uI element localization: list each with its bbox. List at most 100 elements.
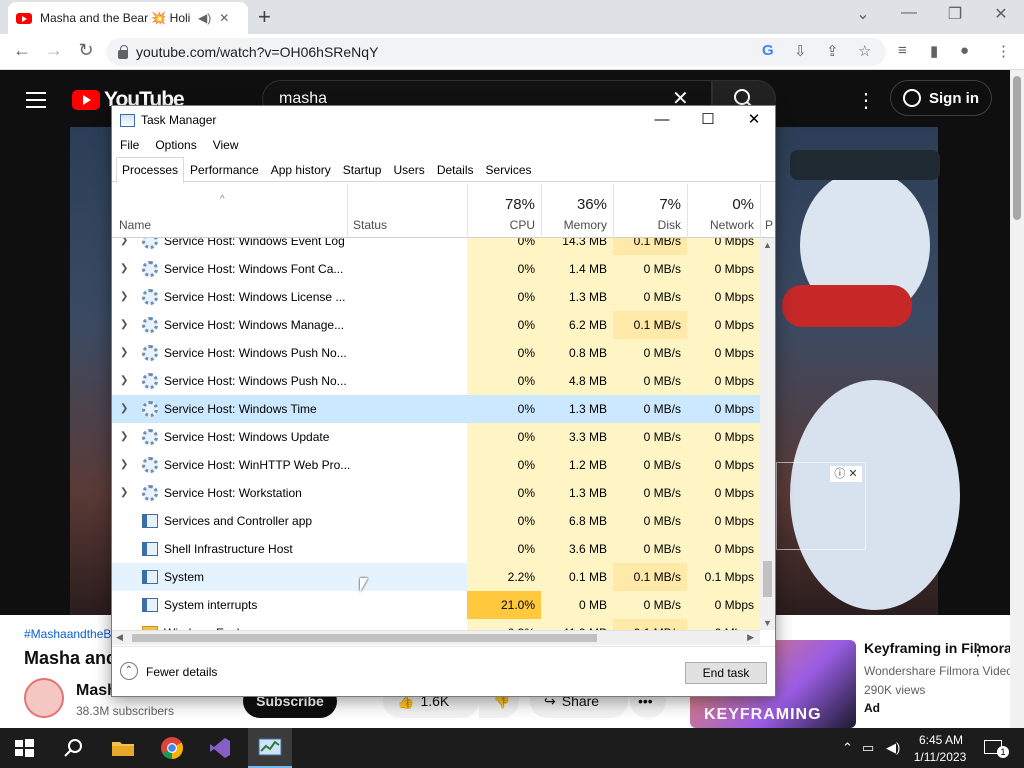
- reload-icon[interactable]: ↻: [72, 40, 100, 61]
- sign-in-button[interactable]: Sign in: [890, 80, 992, 116]
- tab-close-icon[interactable]: ✕: [219, 11, 229, 25]
- process-row[interactable]: ❯ Service Host: Windows Push No... 0% 4.8 M…: [112, 367, 760, 395]
- expand-chevron-icon[interactable]: ❯: [120, 291, 128, 302]
- network-icon[interactable]: ▭: [862, 740, 874, 756]
- expand-chevron-icon[interactable]: ❯: [120, 347, 128, 358]
- column-status[interactable]: Status: [347, 184, 467, 238]
- browser-tab[interactable]: Masha and the Bear 💥 Holi ◀) ✕: [8, 2, 248, 34]
- expand-chevron-icon[interactable]: ❯: [120, 263, 128, 274]
- menu-file[interactable]: File: [120, 134, 139, 156]
- clock-date[interactable]: 1/11/2023: [906, 750, 974, 764]
- windows-start-icon[interactable]: [12, 736, 38, 760]
- fewer-details-link[interactable]: Fewer details: [146, 665, 217, 679]
- horizontal-scroll-thumb[interactable]: [132, 634, 597, 642]
- process-row[interactable]: System 2.2% 0.1 MB 0.1 MB/s 0.1 Mbps: [112, 563, 760, 591]
- expand-chevron-icon[interactable]: ❯: [120, 459, 128, 470]
- column-cpu[interactable]: 78% CPU: [467, 184, 541, 238]
- scroll-up-icon[interactable]: ▲: [763, 240, 772, 250]
- taskbar-task-manager[interactable]: [248, 728, 292, 768]
- back-icon[interactable]: ←: [8, 40, 36, 61]
- process-disk-cell: 0 MB/s: [613, 283, 687, 311]
- end-task-button[interactable]: End task: [685, 662, 767, 684]
- process-row[interactable]: ❯ Service Host: Workstation 0% 1.3 MB 0 MB/s…: [112, 479, 760, 507]
- process-cpu-cell: 0.3%: [467, 619, 541, 630]
- tab-startup[interactable]: Startup: [337, 157, 388, 181]
- vertical-scroll-thumb[interactable]: [763, 561, 772, 597]
- process-row[interactable]: ❯ Service Host: Windows Manage... 0% 6.2 MB…: [112, 311, 760, 339]
- expand-chevron-icon[interactable]: ❯: [120, 238, 128, 246]
- chevron-up-icon[interactable]: ⌃: [120, 662, 138, 680]
- expand-chevron-icon[interactable]: ❯: [120, 431, 128, 442]
- minimize-icon[interactable]: —: [639, 106, 685, 134]
- recommended-title[interactable]: Keyframing in Filmora: [864, 640, 1012, 656]
- scroll-left-icon[interactable]: ◀: [116, 632, 123, 643]
- visual-studio-icon[interactable]: [208, 736, 234, 760]
- tab-performance[interactable]: Performance: [184, 157, 265, 181]
- expand-chevron-icon[interactable]: ❯: [120, 375, 128, 386]
- recommended-more-icon[interactable]: ⋮: [970, 640, 986, 660]
- expand-chevron-icon[interactable]: ❯: [120, 487, 128, 498]
- chrome-menu-icon[interactable]: ⋮: [996, 42, 1011, 60]
- tab-users[interactable]: Users: [387, 157, 430, 181]
- column-power[interactable]: P: [760, 184, 775, 238]
- process-name: Service Host: Workstation: [164, 486, 302, 500]
- menu-options[interactable]: Options: [155, 134, 196, 156]
- process-row[interactable]: Windows Explorer0.3%41.9 MB0.1 MB/s0 Mbp…: [112, 619, 760, 630]
- column-network[interactable]: 0% Network: [687, 184, 760, 238]
- lock-icon[interactable]: [118, 44, 128, 59]
- expand-chevron-icon[interactable]: ❯: [120, 403, 128, 414]
- restore-icon[interactable]: ❐: [932, 4, 978, 24]
- hamburger-menu-icon[interactable]: [26, 92, 46, 113]
- process-row[interactable]: Services and Controller app 0% 6.8 MB 0 MB/…: [112, 507, 760, 535]
- menu-view[interactable]: View: [213, 134, 239, 156]
- chrome-icon[interactable]: [160, 736, 186, 760]
- channel-avatar[interactable]: [24, 678, 64, 718]
- tab-search-icon[interactable]: ⌄: [840, 4, 886, 24]
- expand-chevron-icon[interactable]: ❯: [120, 319, 128, 330]
- forward-icon[interactable]: →: [40, 40, 68, 61]
- taskbar-search-icon[interactable]: [62, 736, 88, 760]
- process-row[interactable]: ❯ Service Host: Windows License ... 0% 1.3 …: [112, 283, 760, 311]
- column-memory[interactable]: 36% Memory: [541, 184, 613, 238]
- process-row[interactable]: ❯ Service Host: WinHTTP Web Pro... 0% 1.2 M…: [112, 451, 760, 479]
- new-tab-button[interactable]: +: [258, 4, 271, 30]
- process-row[interactable]: Shell Infrastructure Host 0% 3.6 MB 0 MB/s 0…: [112, 535, 760, 563]
- media-queue-icon[interactable]: ≡: [898, 42, 907, 59]
- process-row[interactable]: ❯ Service Host: Windows Push No... 0% 0.8 M…: [112, 339, 760, 367]
- page-scroll-thumb[interactable]: [1013, 76, 1021, 220]
- maximize-icon[interactable]: ☐: [685, 106, 731, 134]
- tray-overflow-icon[interactable]: ⌃: [842, 740, 853, 756]
- close-icon[interactable]: ✕: [731, 106, 777, 134]
- bookmark-star-icon[interactable]: ☆: [858, 42, 871, 60]
- share-page-icon[interactable]: ⇪: [826, 42, 839, 60]
- url-text[interactable]: youtube.com/watch?v=OH06hSReNqY: [136, 44, 378, 60]
- ad-close-icon[interactable]: ⓘ ✕: [830, 466, 862, 482]
- speaker-icon[interactable]: ◀): [198, 11, 211, 25]
- process-cpu-cell: 0%: [467, 423, 541, 451]
- tab-details[interactable]: Details: [431, 157, 480, 181]
- tab-processes[interactable]: Processes: [116, 157, 185, 183]
- profile-icon[interactable]: ●: [960, 42, 969, 59]
- file-explorer-icon[interactable]: [110, 736, 136, 760]
- scroll-right-icon[interactable]: ▶: [747, 632, 754, 643]
- google-lens-icon[interactable]: G: [762, 42, 774, 59]
- clock-time[interactable]: 6:45 AM: [914, 733, 968, 747]
- column-name[interactable]: ^ Name: [112, 184, 347, 238]
- process-row[interactable]: ❯ Service Host: Windows Font Ca... 0% 1.4 M…: [112, 255, 760, 283]
- process-row[interactable]: ❯ Service Host: Windows Event Log 0% 14.3 M…: [112, 238, 760, 255]
- process-row[interactable]: ❯ Service Host: Windows Update 0% 3.3 MB 0 M…: [112, 423, 760, 451]
- scroll-down-icon[interactable]: ▼: [763, 618, 772, 628]
- settings-kebab-icon[interactable]: ⋮: [856, 88, 876, 113]
- hashtags[interactable]: #MashaandtheB: [24, 627, 111, 641]
- tab-services[interactable]: Services: [480, 157, 538, 181]
- tab-app-history[interactable]: App history: [265, 157, 337, 181]
- process-mem-cell: 3.6 MB: [541, 535, 613, 563]
- close-window-icon[interactable]: ✕: [978, 4, 1024, 24]
- process-row[interactable]: System interrupts 21.0% 0 MB 0 MB/s 0 Mbps: [112, 591, 760, 619]
- minimize-icon[interactable]: —: [886, 4, 932, 22]
- column-disk[interactable]: 7% Disk: [613, 184, 687, 238]
- process-row[interactable]: ❯ Service Host: Windows Time 0% 1.3 MB 0 MB/…: [112, 395, 760, 423]
- install-app-icon[interactable]: ⇩: [794, 42, 807, 60]
- volume-icon[interactable]: ◀): [886, 740, 900, 756]
- side-panel-icon[interactable]: ▮: [930, 42, 938, 60]
